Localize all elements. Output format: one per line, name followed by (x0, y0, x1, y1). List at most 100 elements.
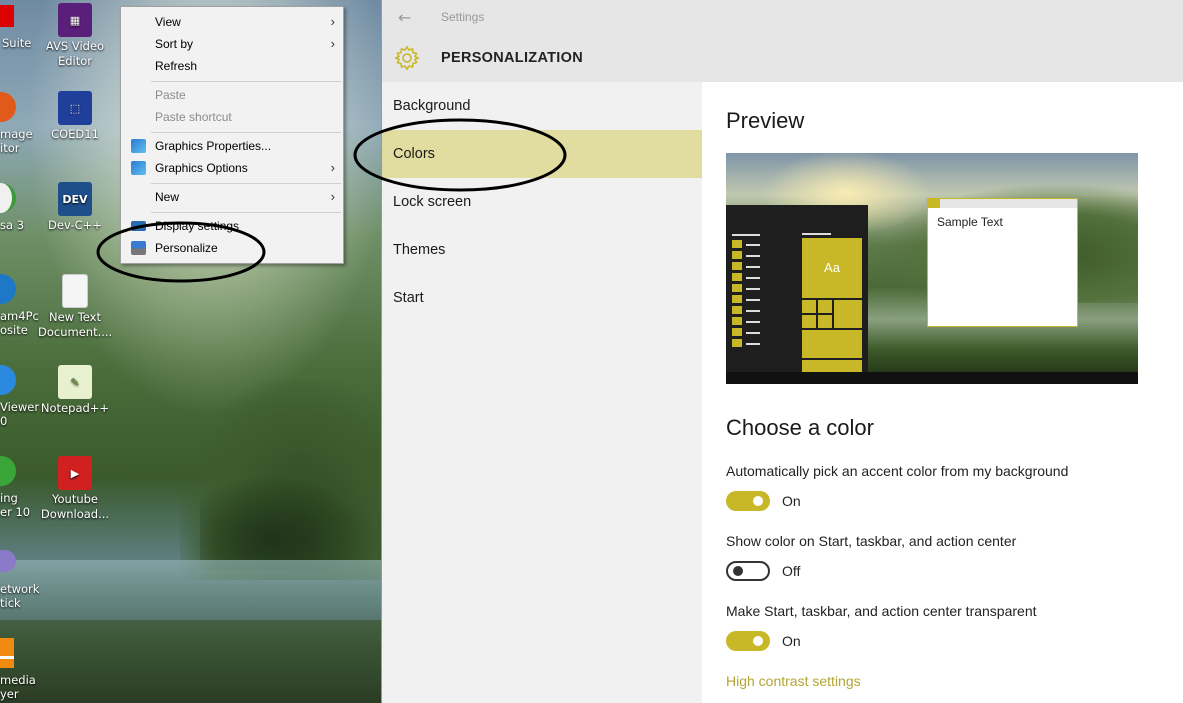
youtube-downloader-icon: ▶ (58, 456, 92, 490)
ctx-item-paste[interactable]: Paste (121, 84, 343, 106)
text-document-icon (62, 274, 88, 308)
toggle-auto-accent[interactable] (726, 491, 770, 511)
desktop-icon-devcpp[interactable]: DEV Dev-C++ (38, 182, 112, 233)
preview-small-tile (732, 284, 742, 292)
section-title: PERSONALIZATION (441, 50, 583, 66)
preview-menu-line (746, 288, 760, 290)
toggle-state-label: Off (782, 563, 801, 579)
ctx-item-new[interactable]: New › (121, 186, 343, 208)
high-contrast-settings-link[interactable]: High contrast settings (726, 673, 861, 689)
clipped-app-icon[interactable] (0, 274, 16, 304)
nav-item-start[interactable]: Start (382, 274, 702, 322)
vlc-icon[interactable] (0, 638, 14, 668)
ctx-item-refresh[interactable]: Refresh (121, 55, 343, 77)
clipped-icon-label: sa 3 (0, 218, 25, 232)
nav-item-lock-screen[interactable]: Lock screen (382, 178, 702, 226)
ctx-item-personalize[interactable]: Personalize (121, 237, 343, 259)
ctx-item-sort-by[interactable]: Sort by › (121, 33, 343, 55)
ctx-item-label: View (155, 15, 181, 29)
ctx-item-graphics-options[interactable]: Graphics Options › (121, 157, 343, 179)
ctx-item-label: Graphics Properties... (155, 139, 272, 153)
clipped-app-icon[interactable] (0, 365, 16, 395)
desktop-icon-new-text-document[interactable]: New Text Document.... (38, 274, 112, 340)
preview-menu-line (746, 266, 760, 268)
preview-small-tile (818, 315, 832, 328)
desktop-context-menu: View › Sort by › Refresh Paste Paste sho… (120, 6, 344, 264)
gear-icon (394, 45, 420, 71)
nav-item-colors[interactable]: Colors (382, 130, 702, 178)
clipped-icon-label: mage (0, 127, 33, 141)
preview-small-tile (732, 262, 742, 270)
clipped-icon-label: media (0, 673, 36, 687)
notepadpp-icon: ✎ (58, 365, 92, 399)
desktop-icon-youtube-downloader[interactable]: ▶ Youtube Download... (38, 456, 112, 522)
ctx-item-label: Paste (155, 88, 186, 102)
toggle-show-color[interactable] (726, 561, 770, 581)
option-label-auto-accent: Automatically pick an accent color from … (726, 463, 1069, 479)
preview-menu-line (746, 255, 760, 257)
desktop-icon-label: COED11 (51, 127, 99, 141)
colors-content: Preview Aa Sample Text Choose a color Au… (702, 82, 1183, 703)
preview-window-accent (928, 199, 940, 208)
ctx-item-graphics-properties[interactable]: Graphics Properties... (121, 135, 343, 157)
ctx-item-paste-shortcut[interactable]: Paste shortcut (121, 106, 343, 128)
preview-small-tile (732, 295, 742, 303)
coed-icon: ⬚ (58, 91, 92, 125)
settings-header: PERSONALIZATION (382, 36, 1183, 82)
toggle-knob (753, 636, 763, 646)
preview-menu-line (746, 332, 760, 334)
settings-titlebar: ← Settings (382, 0, 1183, 36)
intel-graphics-icon (131, 161, 146, 175)
toggle-state-label: On (782, 493, 801, 509)
preview-small-tile (732, 328, 742, 336)
clipped-icon-label: 0 (0, 414, 8, 428)
preview-small-tile (802, 315, 816, 328)
option-label-transparent: Make Start, taskbar, and action center t… (726, 603, 1037, 619)
preview-small-tile (732, 240, 742, 248)
preview-small-tile (732, 273, 742, 281)
clipped-icon-label: osite (0, 323, 28, 337)
desktop-icon-label: Dev-C++ (48, 218, 102, 232)
toggle-transparent[interactable] (726, 631, 770, 651)
desktop-lake (0, 560, 381, 620)
desktop-icon-avs-video-editor[interactable]: ▦ AVS Video Editor (38, 3, 112, 69)
desktop-trees (200, 470, 380, 570)
clipped-icon-label: itor (0, 141, 20, 155)
desktop-icon-coed11[interactable]: ⬚ COED11 (38, 91, 112, 142)
ctx-item-view[interactable]: View › (121, 11, 343, 33)
nav-item-background[interactable]: Background (382, 82, 702, 130)
preview-window-titlebar (928, 199, 1077, 208)
submenu-arrow-icon: › (330, 160, 335, 175)
preview-menu-line (746, 277, 760, 279)
ctx-item-label: Sort by (155, 37, 194, 51)
window-title: Settings (441, 10, 485, 24)
ctx-item-display-settings[interactable]: Display settings (121, 215, 343, 237)
clipped-icon-label: yer (0, 687, 19, 701)
desktop-icon-notepadpp[interactable]: ✎ Notepad++ (38, 365, 112, 416)
ctx-item-label: Refresh (155, 59, 198, 73)
desktop-icon-label: Youtube Download... (40, 492, 110, 521)
nav-item-themes[interactable]: Themes (382, 226, 702, 274)
preview-menu-line (746, 244, 760, 246)
intel-graphics-icon (131, 139, 146, 153)
preview-taskbar (726, 372, 1138, 384)
clipped-app-icon[interactable] (0, 456, 16, 486)
choose-color-heading: Choose a color (726, 415, 874, 440)
settings-nav: Background Colors Lock screen Themes Sta… (382, 82, 702, 703)
preview-wide-tile (802, 360, 862, 372)
devcpp-icon: DEV (58, 182, 92, 216)
preview-window: Sample Text (927, 198, 1078, 327)
clipped-icon-label: er 10 (0, 505, 31, 519)
preview-small-tile (802, 300, 816, 313)
clipped-app-icon[interactable] (0, 183, 16, 213)
menu-separator (151, 183, 341, 184)
display-icon (131, 221, 146, 231)
clipped-app-icon[interactable] (0, 92, 16, 122)
clipped-app-icon[interactable] (0, 5, 14, 27)
avs-video-icon: ▦ (58, 3, 92, 37)
menu-separator (151, 81, 341, 82)
preview-large-tile: Aa (802, 238, 862, 298)
personalize-icon (131, 241, 146, 255)
back-arrow-icon[interactable]: ← (398, 8, 411, 27)
clipped-icon-label: tick (0, 596, 21, 610)
